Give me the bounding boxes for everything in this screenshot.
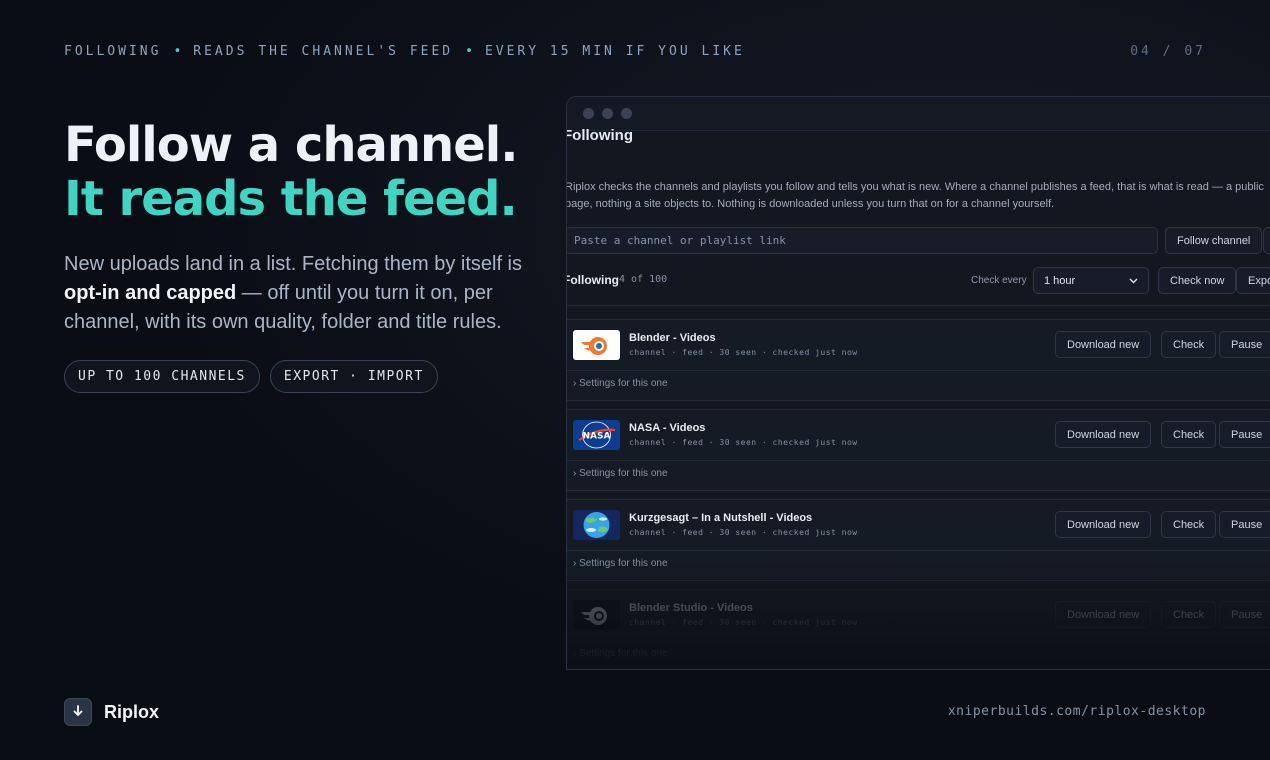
blender-studio-logo-thumbnail	[573, 600, 620, 630]
site-url[interactable]: xniperbuilds.com/riplox-desktop	[948, 704, 1206, 719]
pill-channel-limit: UP TO 100 CHANNELS	[64, 360, 260, 393]
headline-line-1: Follow a channel.	[64, 117, 518, 173]
following-label: Following	[566, 273, 619, 287]
nasa-logo-thumbnail: NASA	[573, 420, 620, 450]
settings-toggle[interactable]: › Settings for this one	[573, 468, 668, 479]
chevron-right-icon: ›	[573, 558, 577, 569]
row-divider	[567, 640, 1270, 641]
pause-button[interactable]: Pause	[1219, 601, 1270, 628]
check-now-button[interactable]: Check now	[1158, 267, 1237, 294]
slide-pager: 04 / 07	[1130, 44, 1206, 59]
channel-name: Kurzgesagt – In a Nutshell - Videos	[629, 512, 813, 524]
app-window: Following Riplox checks the channels and…	[566, 96, 1270, 670]
settings-toggle[interactable]: › Settings for this one	[573, 648, 668, 659]
check-interval-value: 1 hour	[1044, 274, 1076, 287]
follow-channel-button[interactable]: Follow channel	[1165, 227, 1263, 254]
headline-line-2: It reads the feed.	[64, 171, 518, 227]
pause-button[interactable]: Pause	[1219, 331, 1270, 358]
download-new-button[interactable]: Download new	[1055, 421, 1152, 448]
chevron-down-icon	[1129, 275, 1138, 287]
window-close-dot[interactable]	[583, 108, 594, 119]
kicker-separator: •	[173, 44, 182, 59]
pause-button[interactable]: Pause	[1219, 511, 1270, 538]
row-divider	[567, 370, 1270, 371]
following-toolbar: Following 4 of 100 Check every 1 hour Ch…	[566, 267, 1270, 294]
divider	[567, 305, 1270, 306]
check-button[interactable]: Check	[1161, 601, 1217, 628]
kicker-part-2: READS THE CHANNEL'S FEED	[193, 44, 454, 59]
channel-name: Blender Studio - Videos	[629, 602, 753, 614]
channel-name: NASA - Videos	[629, 422, 706, 434]
blender-logo-thumbnail	[573, 330, 620, 360]
kicker-part-3: EVERY 15 MIN IF YOU LIKE	[484, 44, 745, 59]
settings-label: Settings for this one	[579, 468, 668, 479]
brand: Riplox	[64, 698, 159, 726]
channel-row: NASA NASA - Videos channel · feed · 30 s…	[567, 409, 1270, 491]
lede-part-1: New uploads land in a list. Fetching the…	[64, 253, 522, 275]
channel-meta: channel · feed · 30 seen · checked just …	[629, 528, 858, 537]
check-every-label: Check every	[971, 275, 1027, 286]
channel-row: Kurzgesagt – In a Nutshell - Videos chan…	[567, 499, 1270, 581]
download-arrow-icon	[64, 698, 92, 726]
kicker-part-1: FOLLOWING	[64, 44, 162, 59]
pause-button[interactable]: Pause	[1219, 421, 1270, 448]
channel-meta: channel · feed · 30 seen · checked just …	[629, 348, 858, 357]
page-title: Following	[566, 127, 633, 144]
chevron-right-icon: ›	[573, 648, 577, 659]
settings-label: Settings for this one	[579, 378, 668, 389]
svg-text:NASA: NASA	[583, 432, 611, 442]
row-divider	[567, 460, 1270, 461]
download-new-button[interactable]: Download new	[1055, 331, 1152, 358]
download-new-button[interactable]: Download new	[1055, 511, 1152, 538]
lede-bold: opt-in and capped	[64, 282, 237, 304]
channel-row: Blender Studio - Videos channel · feed ·…	[567, 589, 1270, 669]
channel-link-input[interactable]: Paste a channel or playlist link	[567, 227, 1158, 254]
settings-toggle[interactable]: › Settings for this one	[573, 558, 668, 569]
channel-meta: channel · feed · 30 seen · checked just …	[629, 618, 858, 627]
kicker: FOLLOWING • READS THE CHANNEL'S FEED • E…	[64, 44, 745, 59]
check-button[interactable]: Check	[1161, 511, 1217, 538]
pill-export-import: EXPORT · IMPORT	[269, 360, 438, 393]
channel-row: Blender - Videos channel · feed · 30 see…	[567, 319, 1270, 401]
chevron-right-icon: ›	[573, 468, 577, 479]
window-minimize-dot[interactable]	[602, 108, 613, 119]
row-divider	[567, 550, 1270, 551]
kurzgesagt-logo-thumbnail	[573, 510, 620, 540]
settings-toggle[interactable]: › Settings for this one	[573, 378, 668, 389]
page-description: Riplox checks the channels and playlists…	[566, 181, 1264, 210]
check-button[interactable]: Check	[1161, 421, 1217, 448]
kicker-separator: •	[465, 44, 473, 59]
channel-name: Blender - Videos	[629, 332, 716, 344]
settings-label: Settings for this one	[579, 558, 668, 569]
chevron-right-icon: ›	[573, 378, 577, 389]
brand-name: Riplox	[104, 701, 160, 722]
export-button[interactable]: Export	[1236, 267, 1270, 294]
feature-pills: UP TO 100 CHANNELS EXPORT · IMPORT	[64, 360, 438, 393]
lede-paragraph: New uploads land in a list. Fetching the…	[64, 250, 544, 337]
download-new-button[interactable]: Download new	[1055, 601, 1152, 628]
settings-label: Settings for this one	[579, 648, 668, 659]
window-maximize-dot[interactable]	[621, 108, 632, 119]
following-count: 4 of 100	[619, 274, 668, 285]
check-interval-select[interactable]: 1 hour	[1033, 267, 1149, 294]
headline: Follow a channel. It reads the feed.	[64, 117, 518, 227]
secondary-follow-button[interactable]	[1263, 227, 1270, 254]
channel-meta: channel · feed · 30 seen · checked just …	[629, 438, 858, 447]
check-button[interactable]: Check	[1161, 331, 1217, 358]
window-titlebar	[567, 97, 1270, 131]
